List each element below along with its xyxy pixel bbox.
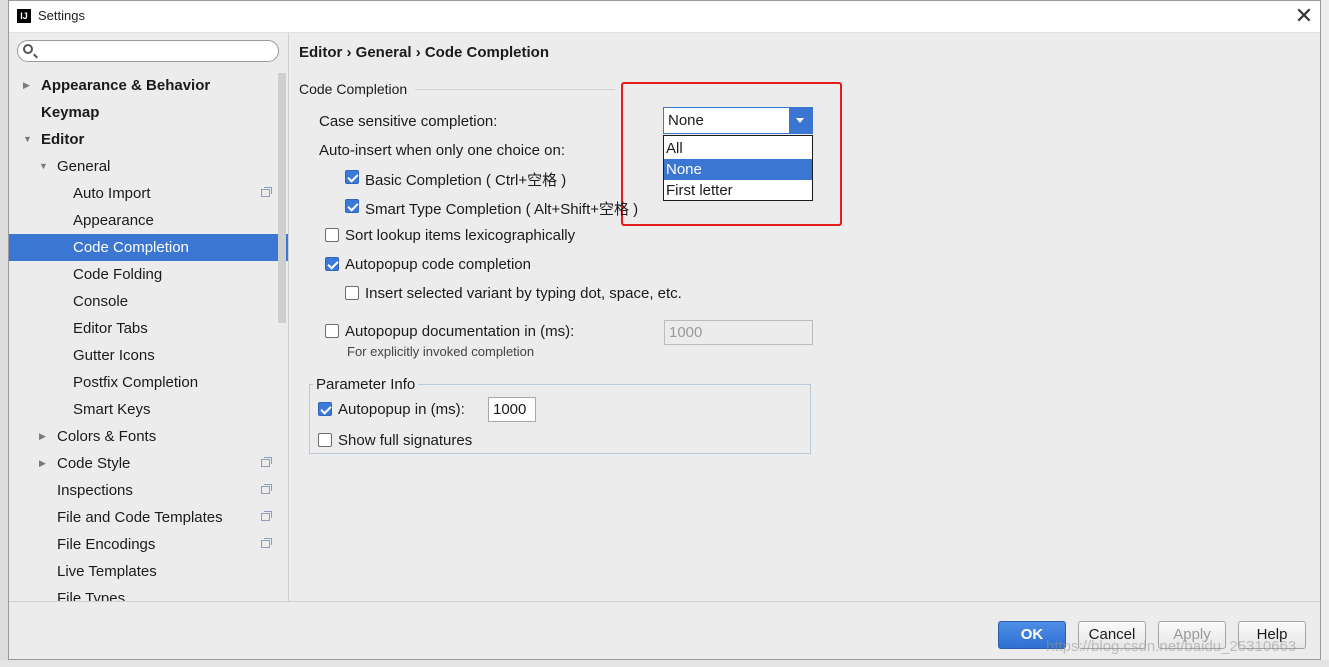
intellij-logo-icon: IJ <box>17 9 31 23</box>
sidebar-item-label: Gutter Icons <box>73 347 155 364</box>
autopopup-documentation-label: Autopopup documentation in (ms): <box>345 323 575 340</box>
parameter-info-title: Parameter Info <box>313 376 419 393</box>
sidebar-item-label: Auto Import <box>73 185 151 202</box>
collapsed-arrow-icon[interactable]: ▶ <box>39 450 46 477</box>
search-input[interactable] <box>38 42 278 62</box>
settings-dialog: IJ Settings ✕ ▶ Appearance & Behavior Keym… <box>8 0 1321 660</box>
sidebar-item-label: File Encodings <box>57 536 156 553</box>
basic-completion-label: Basic Completion ( Ctrl+空格 ) <box>365 172 567 189</box>
autopopup-code-completion-label: Autopopup code completion <box>345 256 531 273</box>
sidebar-item-label: Console <box>73 293 129 310</box>
insert-selected-variant-label: Insert selected variant by typing dot, s… <box>365 285 682 302</box>
sort-lookup-checkbox[interactable] <box>325 228 339 242</box>
sidebar-item-general[interactable]: ▼ General <box>9 153 288 180</box>
autopopup-documentation-checkbox[interactable] <box>325 324 339 338</box>
settings-sidebar: ▶ Appearance & Behavior Keymap ▼ Editor ▼ Gene… <box>9 33 289 601</box>
basic-completion-checkbox[interactable] <box>345 170 359 184</box>
sort-lookup-label: Sort lookup items lexicographically <box>345 227 576 244</box>
project-scope-icon <box>261 457 272 467</box>
section-divider <box>415 89 615 90</box>
insert-selected-variant-checkbox[interactable] <box>345 286 359 300</box>
watermark-text: https://blog.csdn.net/baidu_25310663 <box>1046 638 1297 655</box>
sidebar-scrollbar[interactable] <box>278 73 286 323</box>
sidebar-item-label: Editor <box>41 131 85 148</box>
autopopup-documentation-delay-field[interactable]: 1000 <box>664 320 813 345</box>
show-full-signatures-label: Show full signatures <box>338 432 473 449</box>
sidebar-item-label: Keymap <box>41 104 100 121</box>
window-title: Settings <box>38 8 85 23</box>
sidebar-item-code-style[interactable]: ▶ Code Style <box>9 450 288 477</box>
case-sensitive-label: Case sensitive completion: <box>319 113 498 130</box>
expanded-arrow-icon[interactable]: ▼ <box>23 126 32 153</box>
sidebar-item-label: Live Templates <box>57 563 157 580</box>
smart-type-completion-label: Smart Type Completion ( Alt+Shift+空格 ) <box>365 201 639 218</box>
sidebar-item-code-completion[interactable]: Code Completion <box>9 234 288 261</box>
sidebar-item-label: Smart Keys <box>73 401 151 418</box>
sidebar-item-label: Appearance <box>73 212 154 229</box>
sidebar-item-label: Inspections <box>57 482 133 499</box>
parameter-autopopup-label: Autopopup in (ms): <box>338 401 465 418</box>
sidebar-item-smart-keys[interactable]: Smart Keys <box>9 396 288 423</box>
parameter-autopopup-delay-field[interactable]: 1000 <box>488 397 536 422</box>
project-scope-icon <box>261 511 272 521</box>
section-title: Code Completion <box>299 81 408 97</box>
sidebar-item-editor-tabs[interactable]: Editor Tabs <box>9 315 288 342</box>
collapsed-arrow-icon[interactable]: ▶ <box>23 72 30 99</box>
show-full-signatures-checkbox[interactable] <box>318 433 332 447</box>
settings-content: Editor › General › Code Completion Code … <box>289 33 1320 601</box>
sidebar-item-label: Appearance & Behavior <box>41 77 211 94</box>
search-box[interactable] <box>17 40 279 62</box>
sidebar-item-editor[interactable]: ▼ Editor <box>9 126 288 153</box>
sidebar-item-label: Code Completion <box>73 239 189 256</box>
project-scope-icon <box>261 538 272 548</box>
project-scope-icon <box>261 187 272 197</box>
sidebar-item-label: Code Style <box>57 455 131 472</box>
project-scope-icon <box>261 484 272 494</box>
expanded-arrow-icon[interactable]: ▼ <box>39 153 48 180</box>
sidebar-item-file-and-code-templates[interactable]: File and Code Templates <box>9 504 288 531</box>
sidebar-item-inspections[interactable]: Inspections <box>9 477 288 504</box>
sidebar-item-label: General <box>57 158 111 175</box>
sidebar-item-postfix-completion[interactable]: Postfix Completion <box>9 369 288 396</box>
sidebar-item-live-templates[interactable]: Live Templates <box>9 558 288 585</box>
search-icon <box>23 44 33 54</box>
collapsed-arrow-icon[interactable]: ▶ <box>39 423 46 450</box>
sidebar-item-file-encodings[interactable]: File Encodings <box>9 531 288 558</box>
sidebar-item-colors-fonts[interactable]: ▶ Colors & Fonts <box>9 423 288 450</box>
autopopup-documentation-hint: For explicitly invoked completion <box>347 344 535 359</box>
annotation-highlight-box <box>621 82 842 226</box>
smart-type-completion-checkbox[interactable] <box>345 199 359 213</box>
sidebar-item-console[interactable]: Console <box>9 288 288 315</box>
sidebar-item-label: File and Code Templates <box>57 509 223 526</box>
auto-insert-label: Auto-insert when only one choice on: <box>319 142 565 159</box>
sidebar-item-keymap[interactable]: Keymap <box>9 99 288 126</box>
sidebar-item-gutter-icons[interactable]: Gutter Icons <box>9 342 288 369</box>
parameter-autopopup-checkbox[interactable] <box>318 402 332 416</box>
ide-background-bottom <box>0 660 1329 667</box>
breadcrumb: Editor › General › Code Completion <box>299 44 550 61</box>
sidebar-item-auto-import[interactable]: Auto Import <box>9 180 288 207</box>
title-bar: IJ Settings ✕ <box>9 1 1320 33</box>
sidebar-item-label: Code Folding <box>73 266 163 283</box>
footer-divider <box>9 601 1320 602</box>
close-button[interactable]: ✕ <box>1291 4 1317 28</box>
sidebar-item-code-folding[interactable]: Code Folding <box>9 261 288 288</box>
sidebar-item-label: Colors & Fonts <box>57 428 157 445</box>
autopopup-code-completion-checkbox[interactable] <box>325 257 339 271</box>
sidebar-item-appearance-behavior[interactable]: ▶ Appearance & Behavior <box>9 72 288 99</box>
sidebar-item-appearance[interactable]: Appearance <box>9 207 288 234</box>
sidebar-item-label: File Types <box>57 590 126 601</box>
sidebar-item-file-types[interactable]: File Types <box>9 585 288 601</box>
sidebar-item-label: Editor Tabs <box>73 320 148 337</box>
sidebar-item-label: Postfix Completion <box>73 374 199 391</box>
